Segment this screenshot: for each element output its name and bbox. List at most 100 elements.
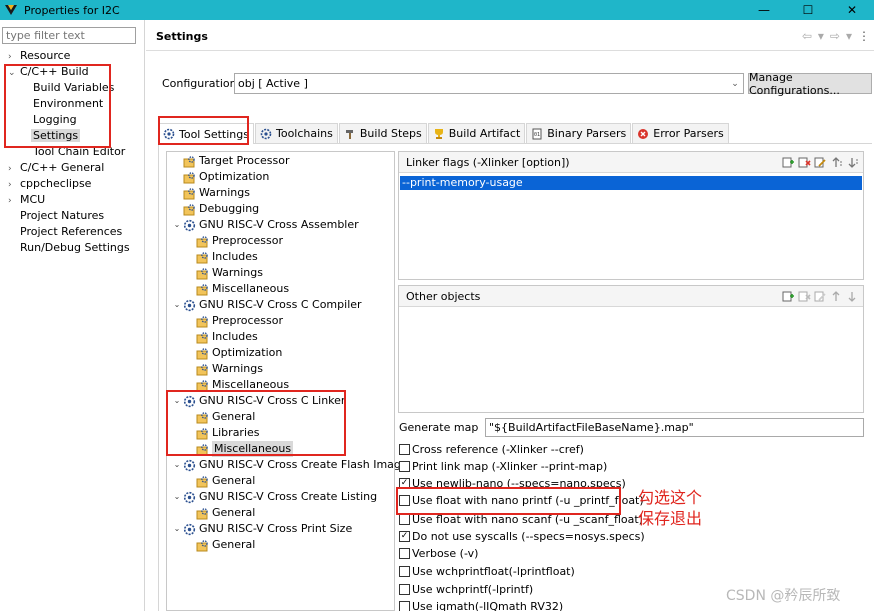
- nav-mcu[interactable]: › MCU: [8, 192, 45, 208]
- tree-tool-node[interactable]: ⌄ GNU RISC-V Cross Print Size: [171, 521, 353, 537]
- move-down-icon[interactable]: [846, 290, 859, 303]
- tree-tool-node[interactable]: ⌄ GNU RISC-V Cross Assembler: [171, 217, 359, 233]
- option-checkbox[interactable]: Use wchprintfloat(-lprintfloat): [399, 563, 575, 579]
- tree-option-node[interactable]: General: [184, 537, 255, 553]
- tree-option-node[interactable]: Miscellaneous: [184, 441, 294, 457]
- tab-tool-settings[interactable]: Tool Settings: [158, 123, 254, 144]
- checkbox-checked-icon[interactable]: ✓: [399, 477, 410, 489]
- tab-bar: Tool Settings Toolchains Build Steps Bui…: [158, 123, 730, 144]
- tree-option-node[interactable]: Miscellaneous: [184, 377, 289, 393]
- checkbox-empty-icon[interactable]: [399, 494, 410, 506]
- checkbox-empty-icon[interactable]: [399, 547, 410, 559]
- nav-cc-build[interactable]: ⌄ C/C++ Build: [8, 64, 89, 80]
- tree-option-node[interactable]: General: [184, 505, 255, 521]
- option-checkbox[interactable]: ✓ Use newlib-nano (--specs=nano.specs): [399, 475, 626, 491]
- nav-run-debug-settings[interactable]: Run/Debug Settings: [20, 240, 130, 256]
- tree-option-node[interactable]: Preprocessor: [184, 313, 283, 329]
- option-checkbox[interactable]: Use iqmath(-lIQmath RV32): [399, 598, 563, 611]
- forward-arrow-icon[interactable]: ⇨: [830, 29, 840, 43]
- manage-configurations-button[interactable]: Manage Configurations...: [748, 71, 872, 97]
- add-icon[interactable]: [782, 156, 795, 169]
- checkbox-checked-icon[interactable]: ✓: [399, 530, 410, 542]
- tree-item-label: Target Processor: [199, 154, 290, 167]
- nav-resource[interactable]: › Resource: [8, 48, 70, 64]
- nav-logging[interactable]: Logging: [33, 112, 77, 128]
- option-checkbox[interactable]: Print link map (-Xlinker --print-map): [399, 458, 607, 474]
- tree-option-node[interactable]: Optimization: [171, 169, 269, 185]
- tree-option-node[interactable]: Warnings: [184, 265, 263, 281]
- chevron-down-icon[interactable]: ▾: [818, 29, 824, 43]
- close-button[interactable]: ✕: [830, 0, 874, 20]
- tree-option-node[interactable]: Libraries: [184, 425, 260, 441]
- tree-option-node[interactable]: General: [184, 473, 255, 489]
- nav-settings[interactable]: Settings: [31, 128, 81, 144]
- tree-tool-node[interactable]: ⌄ GNU RISC-V Cross Create Listing: [171, 489, 378, 505]
- option-checkbox[interactable]: ✓ Do not use syscalls (--specs=nosys.spec…: [399, 528, 645, 544]
- delete-icon[interactable]: [798, 290, 811, 303]
- nav-tool-chain-editor[interactable]: Tool Chain Editor: [33, 144, 125, 160]
- filter-input[interactable]: [2, 27, 136, 44]
- checkbox-empty-icon[interactable]: [399, 565, 410, 577]
- chevron-down-icon[interactable]: ⌄: [171, 489, 183, 505]
- tab-error-parsers[interactable]: Error Parsers: [632, 123, 729, 143]
- tab-toolchains[interactable]: Toolchains: [254, 123, 338, 143]
- move-down-icon[interactable]: [846, 156, 859, 169]
- nav-project-natures[interactable]: Project Natures: [20, 208, 104, 224]
- chevron-down-icon[interactable]: ⌄: [171, 521, 183, 537]
- list-item[interactable]: --print-memory-usage: [400, 176, 862, 190]
- menu-icon[interactable]: ⋮: [858, 29, 870, 43]
- tree-option-node[interactable]: General: [184, 409, 255, 425]
- chevron-down-icon[interactable]: ⌄: [171, 393, 183, 409]
- configuration-select[interactable]: obj [ Active ] ⌄: [234, 73, 744, 94]
- tree-option-node[interactable]: Optimization: [184, 345, 282, 361]
- nav-cc-general[interactable]: › C/C++ General: [8, 160, 104, 176]
- minimize-button[interactable]: —: [742, 0, 786, 20]
- checkbox-empty-icon[interactable]: [399, 443, 410, 455]
- tree-tool-node[interactable]: ⌄ GNU RISC-V Cross C Compiler: [171, 297, 362, 313]
- checkbox-empty-icon[interactable]: [399, 583, 410, 595]
- chevron-down-icon[interactable]: ⌄: [171, 457, 183, 473]
- chevron-down-icon[interactable]: ▾: [846, 29, 852, 43]
- edit-icon[interactable]: [814, 156, 827, 169]
- add-icon[interactable]: [782, 290, 795, 303]
- generate-map-input[interactable]: "${BuildArtifactFileBaseName}.map": [485, 418, 864, 437]
- nav-project-references[interactable]: Project References: [20, 224, 122, 240]
- chevron-down-icon[interactable]: ⌄: [171, 297, 183, 313]
- tree-option-node[interactable]: Includes: [184, 329, 258, 345]
- nav-cppcheclipse[interactable]: › cppcheclipse: [8, 176, 91, 192]
- tab-build-artifact[interactable]: Build Artifact: [427, 123, 526, 143]
- other-objects-title: Other objects: [406, 289, 481, 303]
- back-arrow-icon[interactable]: ⇦: [802, 29, 812, 43]
- delete-icon[interactable]: [798, 156, 811, 169]
- option-checkbox[interactable]: Use float with nano scanf (-u _scanf_flo…: [399, 511, 643, 527]
- tree-option-node[interactable]: Preprocessor: [184, 233, 283, 249]
- edit-icon[interactable]: [814, 290, 827, 303]
- chevron-down-icon[interactable]: ⌄: [171, 217, 183, 233]
- tree-option-node[interactable]: Miscellaneous: [184, 281, 289, 297]
- option-checkbox[interactable]: Use float with nano printf (-u _printf_f…: [399, 492, 644, 508]
- option-checkbox[interactable]: Use wchprintf(-lprintf): [399, 581, 533, 597]
- tree-option-node[interactable]: Target Processor: [171, 153, 290, 169]
- tab-build-steps[interactable]: Build Steps: [338, 123, 427, 143]
- tree-tool-node[interactable]: ⌄ GNU RISC-V Cross C Linker: [171, 393, 346, 409]
- checkbox-empty-icon[interactable]: [399, 460, 410, 472]
- option-label: Use float with nano printf (-u _printf_f…: [412, 493, 644, 507]
- option-checkbox[interactable]: Verbose (-v): [399, 545, 478, 561]
- checkbox-empty-icon[interactable]: [399, 513, 410, 525]
- tree-item-label: General: [212, 474, 256, 487]
- move-up-icon[interactable]: [830, 290, 843, 303]
- checkbox-empty-icon[interactable]: [399, 600, 410, 611]
- option-checkbox[interactable]: Cross reference (-Xlinker --cref): [399, 441, 584, 457]
- tree-option-node[interactable]: Debugging: [171, 201, 259, 217]
- tab-binary-parsers[interactable]: 01 Binary Parsers: [526, 123, 632, 143]
- folder-settings-icon: [196, 443, 209, 456]
- tree-tool-node[interactable]: ⌄ GNU RISC-V Cross Create Flash Image: [171, 457, 408, 473]
- move-up-icon[interactable]: [830, 156, 843, 169]
- nav-environment[interactable]: Environment: [33, 96, 103, 112]
- nav-build-variables[interactable]: Build Variables: [33, 80, 114, 96]
- tree-option-node[interactable]: Warnings: [184, 361, 263, 377]
- gear-icon: [183, 523, 196, 536]
- tree-option-node[interactable]: Warnings: [171, 185, 250, 201]
- tree-option-node[interactable]: Includes: [184, 249, 258, 265]
- maximize-button[interactable]: ☐: [786, 0, 830, 20]
